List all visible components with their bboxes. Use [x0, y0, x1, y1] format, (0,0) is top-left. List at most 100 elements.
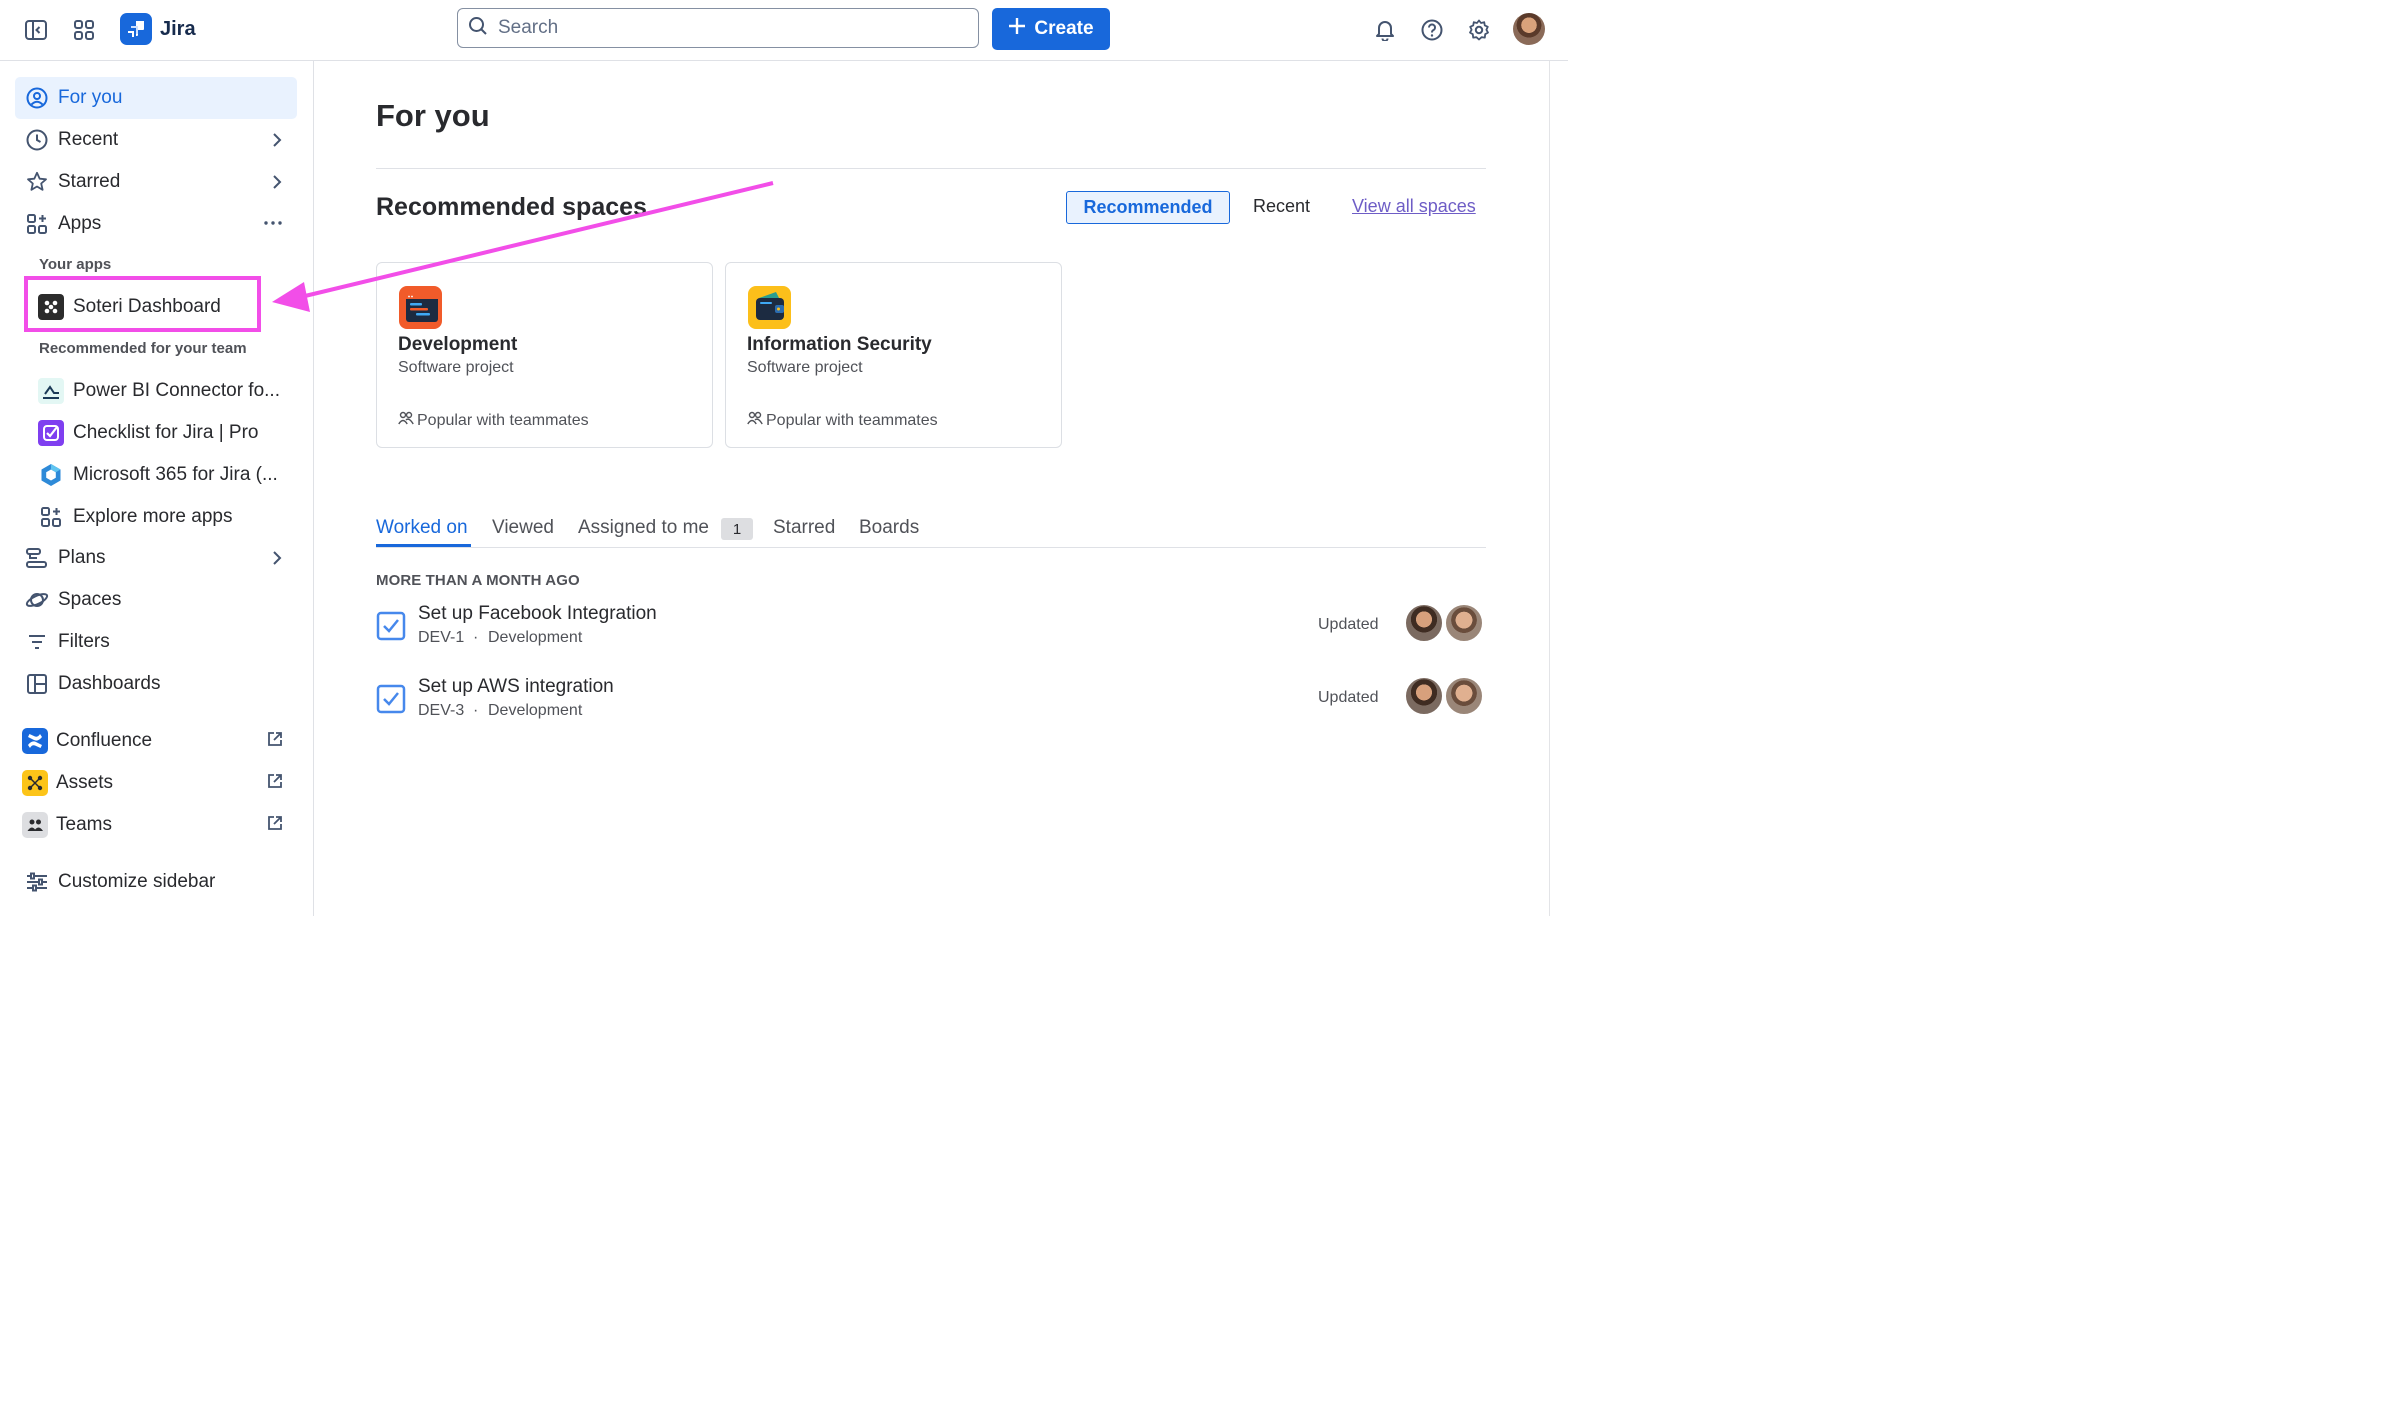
people-icon — [398, 411, 414, 430]
create-label: Create — [1034, 18, 1094, 39]
space-card-development[interactable]: Development Software project Popular wit… — [376, 262, 713, 448]
item-title[interactable]: Set up Facebook Integration — [418, 603, 657, 625]
app-switcher-icon[interactable] — [68, 14, 100, 46]
list-item[interactable]: Set up Facebook Integration DEV-1 · Deve… — [376, 603, 1486, 653]
user-circle-icon — [25, 86, 49, 110]
popular-label: Popular with teammates — [417, 411, 589, 429]
item-project: Development — [488, 702, 583, 719]
people-icon — [747, 411, 763, 430]
jira-logo-icon — [120, 13, 152, 45]
scrollbar[interactable] — [1549, 61, 1550, 916]
sidebar-item-label: Starred — [58, 171, 121, 192]
help-icon[interactable] — [1416, 14, 1448, 46]
tab-starred[interactable]: Starred — [773, 517, 835, 539]
sidebar-app-checklist-for-jira[interactable]: Checklist for Jira | Pro — [30, 412, 297, 454]
sidebar-customize[interactable]: Customize sidebar — [15, 861, 297, 903]
app-name: Jira — [160, 17, 196, 40]
item-title[interactable]: Set up AWS integration — [418, 676, 614, 698]
sidebar-item-label: Filters — [58, 631, 110, 652]
development-project-icon — [399, 286, 442, 329]
power-bi-connector-icon — [38, 378, 64, 404]
sidebar-item-label: Dashboards — [58, 673, 161, 694]
task-checkbox-icon — [376, 611, 406, 641]
separator: · — [473, 702, 479, 719]
divider — [376, 168, 1486, 169]
item-status: Updated — [1318, 689, 1379, 706]
soteri-logo-icon — [38, 294, 64, 320]
popular-tag: Popular with teammates — [747, 411, 938, 430]
your-apps-label: Your apps — [39, 256, 112, 273]
tab-worked-on[interactable]: Worked on — [376, 517, 468, 539]
item-key: DEV-1 — [418, 629, 465, 646]
page-title: For you — [376, 98, 490, 133]
recent-toggle[interactable]: Recent — [1253, 196, 1310, 217]
sidebar-item-label: Assets — [56, 772, 114, 793]
assets-logo-icon — [22, 770, 48, 796]
sidebar-item-label: Confluence — [56, 730, 153, 751]
sliders-icon — [25, 870, 49, 894]
tabs-divider — [376, 547, 1486, 548]
recommended-toggle[interactable]: Recommended — [1066, 191, 1230, 224]
apps-plus-icon — [38, 504, 64, 530]
sidebar-item-assets[interactable]: Assets — [15, 762, 297, 804]
sidebar-item-filters[interactable]: Filters — [15, 621, 297, 663]
popular-label: Popular with teammates — [766, 411, 938, 429]
separator: · — [473, 629, 479, 646]
search-input[interactable] — [496, 16, 960, 40]
tab-viewed[interactable]: Viewed — [492, 517, 554, 539]
notifications-bell-icon[interactable] — [1369, 14, 1401, 46]
sidebar-item-recent[interactable]: Recent — [15, 119, 297, 161]
more-options-icon[interactable] — [263, 211, 283, 237]
information-security-project-icon — [748, 286, 791, 329]
item-key: DEV-3 — [418, 702, 465, 719]
sidebar-item-label: Spaces — [58, 589, 122, 610]
sidebar-item-label: Customize sidebar — [58, 871, 216, 892]
sidebar-app-power-bi-connector[interactable]: Power BI Connector fo... — [30, 370, 297, 412]
space-type: Software project — [398, 359, 514, 376]
apps-icon — [25, 212, 49, 236]
avatar — [1404, 603, 1444, 643]
plans-icon — [25, 546, 49, 570]
recommended-spaces-heading: Recommended spaces — [376, 193, 647, 221]
app-label: Explore more apps — [73, 506, 233, 527]
space-card-information-security[interactable]: Information Security Software project Po… — [725, 262, 1062, 448]
space-name: Development — [398, 334, 518, 355]
active-tab-indicator — [376, 544, 471, 547]
item-project: Development — [488, 629, 583, 646]
list-item[interactable]: Set up AWS integration DEV-3 · Developme… — [376, 676, 1486, 726]
collapse-sidebar-icon[interactable] — [20, 14, 52, 46]
settings-gear-icon[interactable] — [1463, 14, 1495, 46]
sidebar-item-teams[interactable]: Teams — [15, 804, 297, 846]
chevron-right-icon[interactable] — [271, 172, 283, 198]
search-box[interactable] — [457, 8, 979, 48]
external-link-icon — [267, 815, 283, 837]
dashboard-icon — [25, 672, 49, 696]
sidebar-item-apps[interactable]: Apps — [15, 203, 297, 245]
sidebar-item-dashboards[interactable]: Dashboards — [15, 663, 297, 705]
create-button[interactable]: Create — [992, 8, 1110, 50]
sidebar-item-spaces[interactable]: Spaces — [15, 579, 297, 621]
chevron-right-icon[interactable] — [271, 130, 283, 156]
tab-assigned-to-me[interactable]: Assigned to me — [578, 517, 709, 539]
sidebar-item-confluence[interactable]: Confluence — [15, 720, 297, 762]
jira-logo[interactable]: Jira — [120, 13, 196, 45]
chevron-right-icon[interactable] — [271, 548, 283, 574]
sidebar-explore-more-apps[interactable]: Explore more apps — [30, 496, 297, 538]
user-avatar[interactable] — [1513, 13, 1545, 45]
assigned-count-badge: 1 — [721, 518, 753, 540]
sidebar-item-for-you[interactable]: For you — [15, 77, 297, 119]
plus-icon — [1008, 17, 1026, 41]
sidebar-item-label: Apps — [58, 213, 102, 234]
external-link-icon — [267, 773, 283, 795]
planet-icon — [25, 588, 49, 612]
avatar — [1404, 676, 1444, 716]
app-label: Microsoft 365 for Jira (... — [73, 464, 278, 485]
sidebar-app-soteri-dashboard[interactable]: Soteri Dashboard — [30, 286, 297, 328]
sidebar-item-plans[interactable]: Plans — [15, 537, 297, 579]
confluence-logo-icon — [22, 728, 48, 754]
sidebar-item-starred[interactable]: Starred — [15, 161, 297, 203]
clock-icon — [25, 128, 49, 152]
sidebar-app-microsoft-365[interactable]: Microsoft 365 for Jira (... — [30, 454, 297, 496]
view-all-spaces-link[interactable]: View all spaces — [1352, 196, 1476, 217]
tab-boards[interactable]: Boards — [859, 517, 919, 539]
